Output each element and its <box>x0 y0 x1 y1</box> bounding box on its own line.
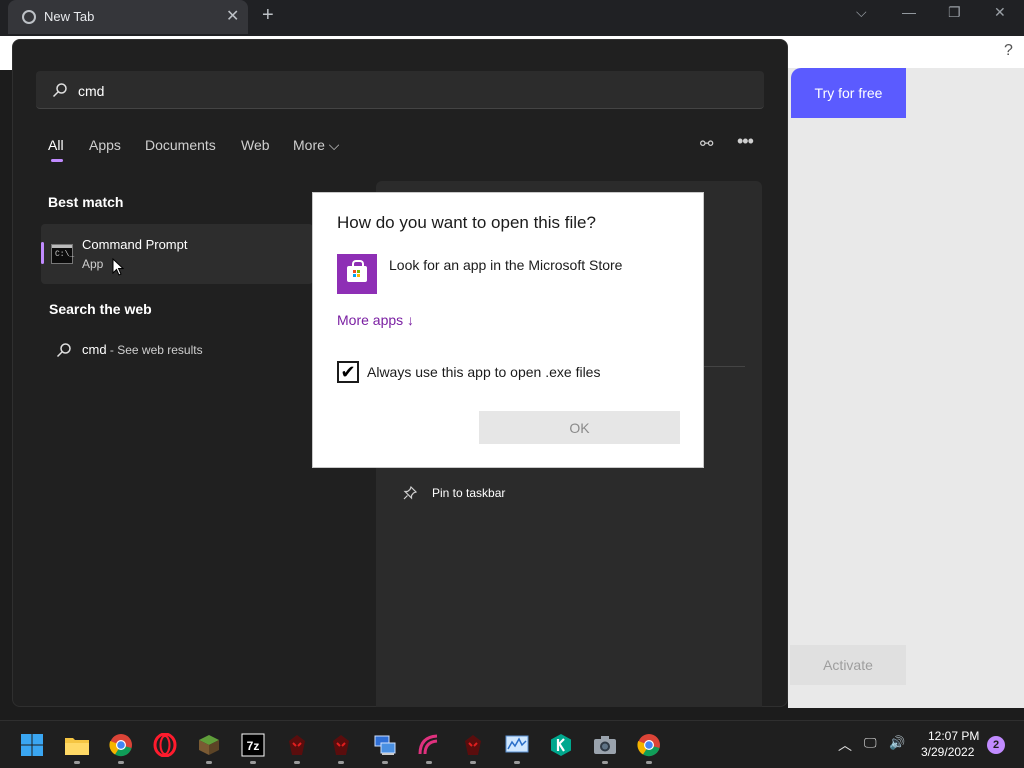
minimize-button[interactable]: — <box>902 4 916 20</box>
pin-to-taskbar[interactable]: Pin to taskbar <box>432 486 505 500</box>
best-match-item[interactable] <box>41 224 313 284</box>
browser-tab[interactable]: New Tab ✕ <box>8 0 248 34</box>
search-icon <box>52 83 67 98</box>
clock-date[interactable]: 3/29/2022 <box>921 745 974 759</box>
tab-search-icon[interactable]: ⌵ <box>856 4 867 21</box>
search-input[interactable] <box>36 71 764 109</box>
red-app-icon[interactable] <box>284 732 310 758</box>
tab-all[interactable]: All <box>48 137 64 153</box>
running-indicator <box>382 761 388 764</box>
running-indicator <box>470 761 476 764</box>
new-tab-button[interactable]: + <box>262 4 274 27</box>
search-query[interactable]: cmd <box>78 83 104 99</box>
start-icon[interactable] <box>19 732 45 758</box>
active-tab-indicator <box>51 159 63 162</box>
web-result-item[interactable]: cmd - See web results <box>82 342 203 357</box>
tab-close-icon[interactable]: ✕ <box>226 6 239 26</box>
best-match-name: Command Prompt <box>82 237 188 252</box>
file-explorer-icon[interactable] <box>64 732 90 758</box>
notification-badge[interactable]: 2 <box>987 736 1005 754</box>
open-with-dialog: How do you want to open this file? Look … <box>312 192 704 468</box>
tab-more[interactable]: More ⌵ <box>293 137 339 154</box>
help-icon[interactable]: ? <box>1004 42 1013 60</box>
running-indicator <box>602 761 608 764</box>
best-match-heading: Best match <box>48 194 124 210</box>
network-icon[interactable]: 🖵 <box>864 735 877 751</box>
search-web-heading: Search the web <box>49 301 152 317</box>
7zip-icon[interactable]: 7z <box>240 732 266 758</box>
page-content <box>788 68 1024 708</box>
try-for-free-button[interactable]: Try for free <box>791 68 906 118</box>
kaspersky-icon[interactable] <box>548 732 574 758</box>
more-apps-link[interactable]: More apps ↓ <box>337 312 414 328</box>
camera-icon[interactable] <box>592 732 618 758</box>
tab-apps[interactable]: Apps <box>89 137 121 153</box>
opera-icon[interactable] <box>152 732 178 758</box>
running-indicator <box>426 761 432 764</box>
activate-button[interactable]: Activate <box>790 645 906 685</box>
running-indicator <box>250 761 256 764</box>
close-window-button[interactable]: ✕ <box>994 4 1006 21</box>
always-use-checkbox[interactable]: ✔ <box>337 361 359 383</box>
microsoft-store-icon <box>337 254 377 294</box>
command-prompt-icon: C:\_ <box>51 244 74 264</box>
ok-button[interactable]: OK <box>479 411 680 444</box>
show-hidden-icons-chevron-icon[interactable]: ︿ <box>838 735 852 755</box>
clock-time[interactable]: 12:07 PM <box>928 729 979 743</box>
tab-web[interactable]: Web <box>241 137 270 153</box>
red-app-icon[interactable] <box>328 732 354 758</box>
arc-app-icon[interactable] <box>416 732 442 758</box>
running-indicator <box>338 761 344 764</box>
running-indicator <box>646 761 652 764</box>
svg-text:7z: 7z <box>247 739 260 753</box>
mouse-cursor-icon <box>112 258 124 276</box>
dialog-title: How do you want to open this file? <box>337 213 596 232</box>
connect-account-icon[interactable]: ⚯ <box>700 134 713 154</box>
running-indicator <box>74 761 80 764</box>
pin-icon <box>403 486 417 500</box>
restore-button[interactable]: ❐ <box>948 4 961 21</box>
chrome-icon[interactable] <box>108 732 134 758</box>
volume-icon[interactable]: 🔊 <box>889 735 905 751</box>
more-options-icon[interactable]: ••• <box>737 131 754 152</box>
selected-indicator <box>41 242 44 264</box>
running-indicator <box>206 761 212 764</box>
chrome-icon[interactable] <box>636 732 662 758</box>
remote-desktop-icon[interactable] <box>372 732 398 758</box>
running-indicator <box>118 761 124 764</box>
tab-title: New Tab <box>44 9 95 24</box>
web-result-query: cmd <box>82 342 107 357</box>
web-result-suffix: - See web results <box>106 343 203 357</box>
best-match-type: App <box>82 257 104 271</box>
always-use-label[interactable]: Always use this app to open .exe files <box>367 364 600 380</box>
running-indicator <box>514 761 520 764</box>
running-indicator <box>294 761 300 764</box>
globe-icon <box>22 10 36 24</box>
web-search-icon <box>56 343 71 358</box>
monitor-app-icon[interactable] <box>504 732 530 758</box>
tab-documents[interactable]: Documents <box>145 137 216 153</box>
red-app-icon[interactable] <box>460 732 486 758</box>
store-option[interactable]: Look for an app in the Microsoft Store <box>389 257 622 273</box>
minecraft-icon[interactable] <box>196 732 222 758</box>
